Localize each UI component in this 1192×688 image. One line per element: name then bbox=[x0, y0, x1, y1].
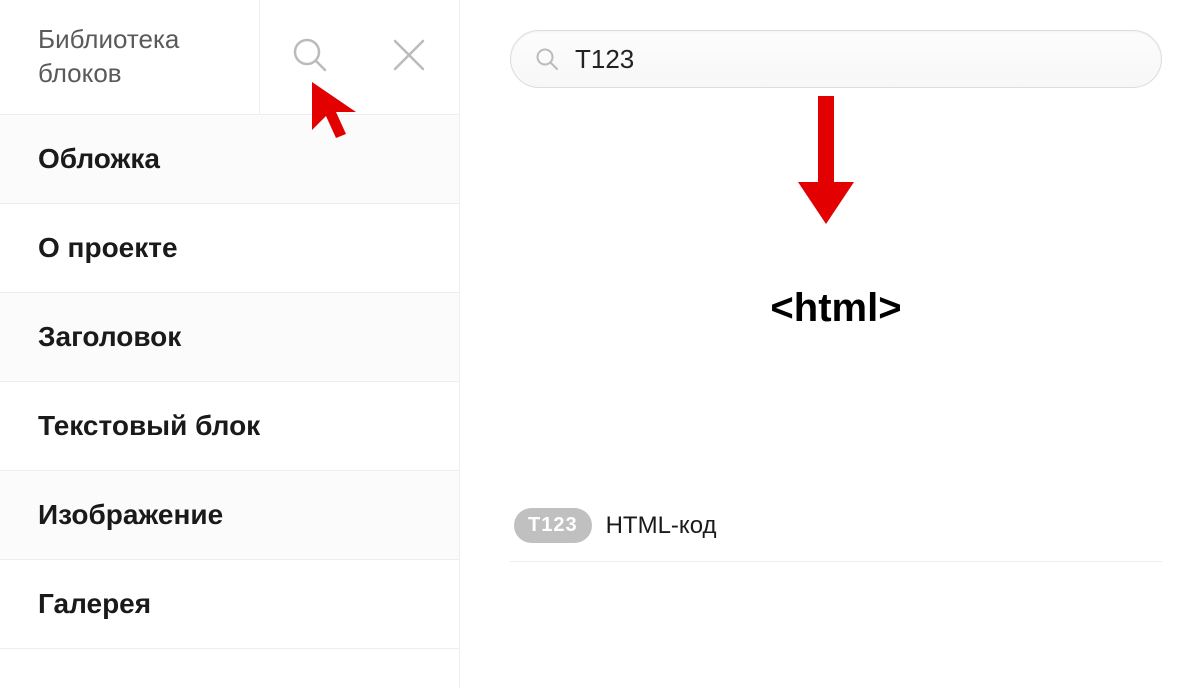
sidebar-list: Обложка О проекте Заголовок Текстовый бл… bbox=[0, 115, 459, 688]
main-content: <html> T123 HTML-код bbox=[460, 0, 1192, 688]
search-icon bbox=[291, 36, 329, 79]
result-card[interactable]: <html> T123 HTML-код bbox=[510, 108, 1162, 562]
sidebar-item-label: Заголовок bbox=[38, 321, 181, 352]
close-button[interactable] bbox=[359, 0, 459, 114]
result-label: HTML-код bbox=[606, 512, 717, 540]
sidebar-header: Библиотека блоков bbox=[0, 0, 459, 115]
sidebar-item-textblock[interactable]: Текстовый блок bbox=[0, 382, 459, 471]
html-tag-preview-text: <html> bbox=[770, 286, 901, 331]
result-badge: T123 bbox=[514, 508, 592, 543]
sidebar: Библиотека блоков Обложк bbox=[0, 0, 460, 688]
sidebar-item-gallery[interactable]: Галерея bbox=[0, 560, 459, 649]
sidebar-item-label: Изображение bbox=[38, 499, 223, 530]
sidebar-item-label: О проекте bbox=[38, 232, 178, 263]
sidebar-search-button[interactable] bbox=[259, 0, 359, 114]
result-meta: T123 HTML-код bbox=[510, 508, 1162, 543]
sidebar-item-label: Обложка bbox=[38, 143, 160, 174]
sidebar-title: Библиотека блоков bbox=[0, 23, 259, 91]
search-input[interactable] bbox=[575, 44, 1137, 75]
search-icon bbox=[535, 47, 559, 71]
sidebar-item-image[interactable]: Изображение bbox=[0, 471, 459, 560]
search-bar[interactable] bbox=[510, 30, 1162, 88]
sidebar-item-label: Текстовый блок bbox=[38, 410, 260, 441]
sidebar-item-label: Галерея bbox=[38, 588, 151, 619]
result-preview: <html> bbox=[510, 108, 1162, 508]
sidebar-item-cover[interactable]: Обложка bbox=[0, 115, 459, 204]
close-icon bbox=[389, 35, 429, 80]
sidebar-item-about[interactable]: О проекте bbox=[0, 204, 459, 293]
sidebar-item-heading[interactable]: Заголовок bbox=[0, 293, 459, 382]
